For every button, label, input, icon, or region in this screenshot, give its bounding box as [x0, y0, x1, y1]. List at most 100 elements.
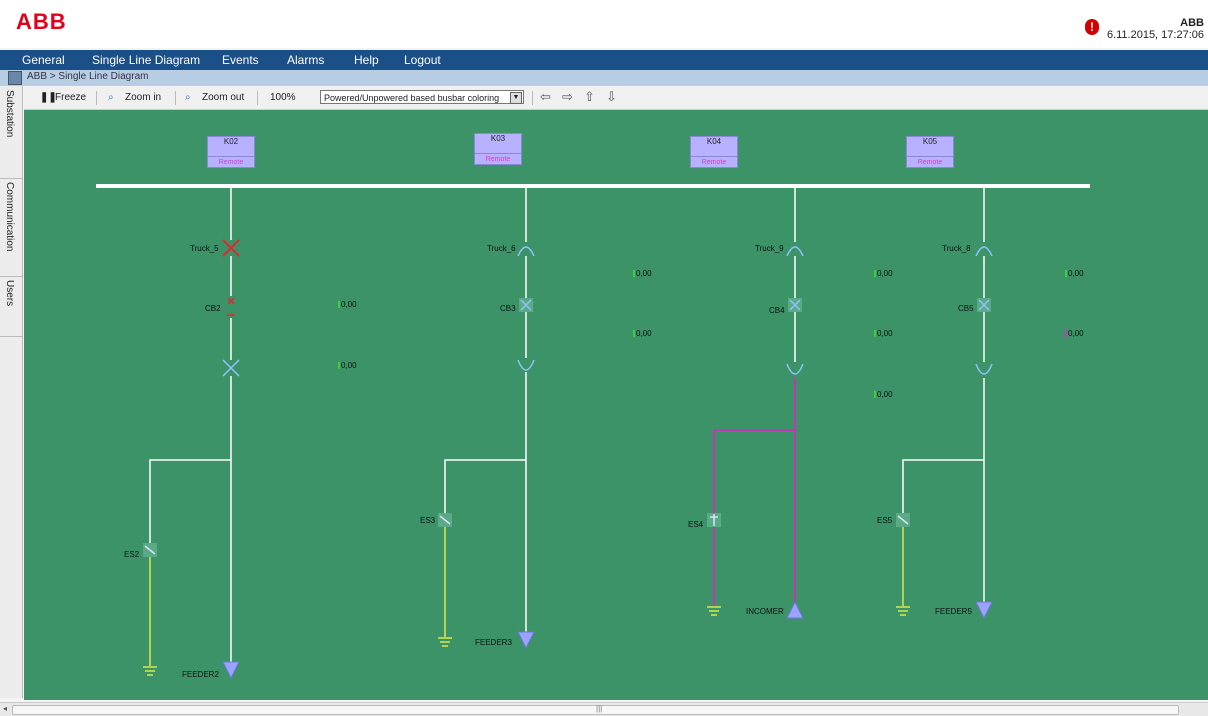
measurement-value: 0,00	[1065, 329, 1084, 338]
earth-ground-icon	[896, 606, 910, 616]
bay-mode: Remote	[485, 156, 511, 163]
es-label: ES4	[688, 520, 704, 529]
bay-k04-header[interactable]: K04 Remote	[690, 136, 738, 168]
scroll-left-icon[interactable]: ◂	[3, 704, 7, 713]
menu-help[interactable]: Help	[354, 53, 379, 67]
feeder2-arrow-icon[interactable]	[222, 661, 240, 680]
bay-k05-header[interactable]: K05 Remote	[906, 136, 954, 168]
zoom-out-button[interactable]: Zoom out	[202, 92, 244, 103]
freeze-button[interactable]: Freeze	[55, 92, 86, 103]
feeder3-arrow-icon[interactable]	[517, 631, 535, 650]
measurement-text: 0,00	[636, 329, 652, 338]
horizontal-scrollbar[interactable]: ◂ |||	[0, 702, 1208, 716]
breadcrumb[interactable]: ABB > Single Line Diagram	[27, 71, 148, 82]
disconnector-k05[interactable]	[975, 363, 993, 375]
alarm-exclamation-icon[interactable]: !	[1085, 19, 1099, 35]
es-label: ES3	[420, 516, 436, 525]
disconnector-k04[interactable]	[786, 363, 804, 375]
bay-k03-header[interactable]: K03 Remote	[474, 133, 522, 165]
diagram-drawing	[96, 184, 1090, 680]
measurement-text: 0,00	[877, 269, 893, 278]
bay-k02-header[interactable]: K02 Remote	[207, 136, 255, 168]
tab-communication[interactable]: Communication	[0, 178, 22, 277]
feeder5-arrow-icon[interactable]	[975, 601, 993, 620]
tab-substation[interactable]: Substation	[0, 86, 22, 179]
tab-users[interactable]: Users	[0, 276, 22, 337]
earth-ground-icon	[143, 666, 157, 676]
es5-earth-switch[interactable]	[896, 513, 910, 527]
cb-label: CB5	[958, 304, 974, 313]
es-label: ES5	[877, 516, 893, 525]
bay-name: K05	[907, 137, 953, 157]
pan-left-icon[interactable]: ⇦	[540, 90, 551, 105]
truck-label: Truck_6	[487, 244, 516, 253]
measurement-value: 0,00	[633, 329, 652, 338]
menu-general[interactable]: General	[22, 53, 65, 67]
truck-9-switch[interactable]	[786, 246, 804, 257]
truck-5-switch[interactable]	[222, 239, 240, 257]
measurement-value: 0,00	[874, 269, 893, 278]
bay-k02	[143, 186, 240, 680]
substation-icon	[8, 71, 22, 85]
pan-down-icon[interactable]: ⇩	[606, 90, 617, 105]
menu-logout[interactable]: Logout	[404, 53, 441, 67]
bay-name: K03	[475, 134, 521, 154]
feeder-label: FEEDER5	[935, 607, 972, 616]
top-bar: ABB ! ABB 6.11.2015, 17:27:06	[0, 0, 1208, 48]
zoom-in-icon: ⌕	[108, 92, 114, 103]
menu-events[interactable]: Events	[222, 53, 259, 67]
measurement-value: 0,00	[338, 300, 357, 309]
tab-communication-label: Communication	[4, 182, 15, 252]
bay-name: K04	[691, 137, 737, 157]
es4-earth-switch[interactable]	[707, 513, 721, 527]
es-label: ES2	[124, 550, 140, 559]
pan-right-icon[interactable]: ⇨	[562, 90, 573, 105]
datetime: 6.11.2015, 17:27:06	[1106, 29, 1204, 41]
pan-up-icon[interactable]: ⇧	[584, 90, 595, 105]
truck-label: Truck_8	[942, 244, 971, 253]
abb-logo: ABB	[16, 9, 67, 34]
breadcrumb-bar: ABB > Single Line Diagram	[0, 70, 1208, 86]
diagram-toolbar: ❚❚ Freeze ⌕ Zoom in ⌕ Zoom out 100% Powe…	[24, 87, 1208, 110]
bay-k03	[438, 186, 535, 650]
tab-users-label: Users	[4, 280, 15, 307]
cb2-breaker[interactable]	[227, 297, 235, 316]
measurement-value: 0,00	[874, 390, 893, 399]
measurement-value: 0,00	[874, 329, 893, 338]
toolbar-divider	[96, 91, 97, 105]
measurement-text: 0,00	[341, 361, 357, 370]
bay-mode: Remote	[917, 159, 943, 166]
measurement-text: 0,00	[877, 390, 893, 399]
toolbar-divider	[257, 91, 258, 105]
disconnector-k03[interactable]	[517, 359, 535, 371]
menu-bar: General Single Line Diagram Events Alarm…	[0, 50, 1208, 70]
measurement-value: 0,00	[338, 361, 357, 370]
es3-earth-switch[interactable]	[438, 513, 452, 527]
measurement-text: 0,00	[636, 269, 652, 278]
tab-substation-label: Substation	[4, 90, 15, 138]
scrollbar-grip-icon: |||	[596, 704, 603, 713]
cb4-breaker[interactable]	[788, 298, 802, 312]
cb3-breaker[interactable]	[519, 298, 533, 312]
cb5-breaker[interactable]	[977, 298, 991, 312]
es2-earth-switch[interactable]	[143, 543, 157, 557]
truck-8-switch[interactable]	[975, 246, 993, 257]
measurement-text: 0,00	[1068, 269, 1084, 278]
incomer-arrow-icon[interactable]	[786, 600, 804, 619]
user-name: ABB	[1180, 17, 1204, 29]
chevron-down-icon[interactable]: ▼	[510, 92, 522, 104]
measurement-text: 0,00	[1068, 329, 1084, 338]
measurement-text: 0,00	[341, 300, 357, 309]
single-line-diagram[interactable]: K02 Remote K03 Remote K04 Remote K05 Rem…	[24, 110, 1208, 700]
toolbar-divider	[532, 91, 533, 105]
zoom-out-icon: ⌕	[185, 92, 191, 103]
bay-mode: Remote	[701, 159, 727, 166]
zoom-in-button[interactable]: Zoom in	[125, 92, 161, 103]
disconnector-k02[interactable]	[222, 359, 240, 377]
busbar-coloring-select[interactable]: Powered/Unpowered based busbar coloring …	[320, 90, 524, 104]
truck-6-switch[interactable]	[517, 246, 535, 257]
zoom-level: 100%	[270, 92, 296, 103]
menu-single-line-diagram[interactable]: Single Line Diagram	[92, 53, 200, 67]
measurement-value: 0,00	[1065, 269, 1084, 278]
menu-alarms[interactable]: Alarms	[287, 53, 324, 67]
